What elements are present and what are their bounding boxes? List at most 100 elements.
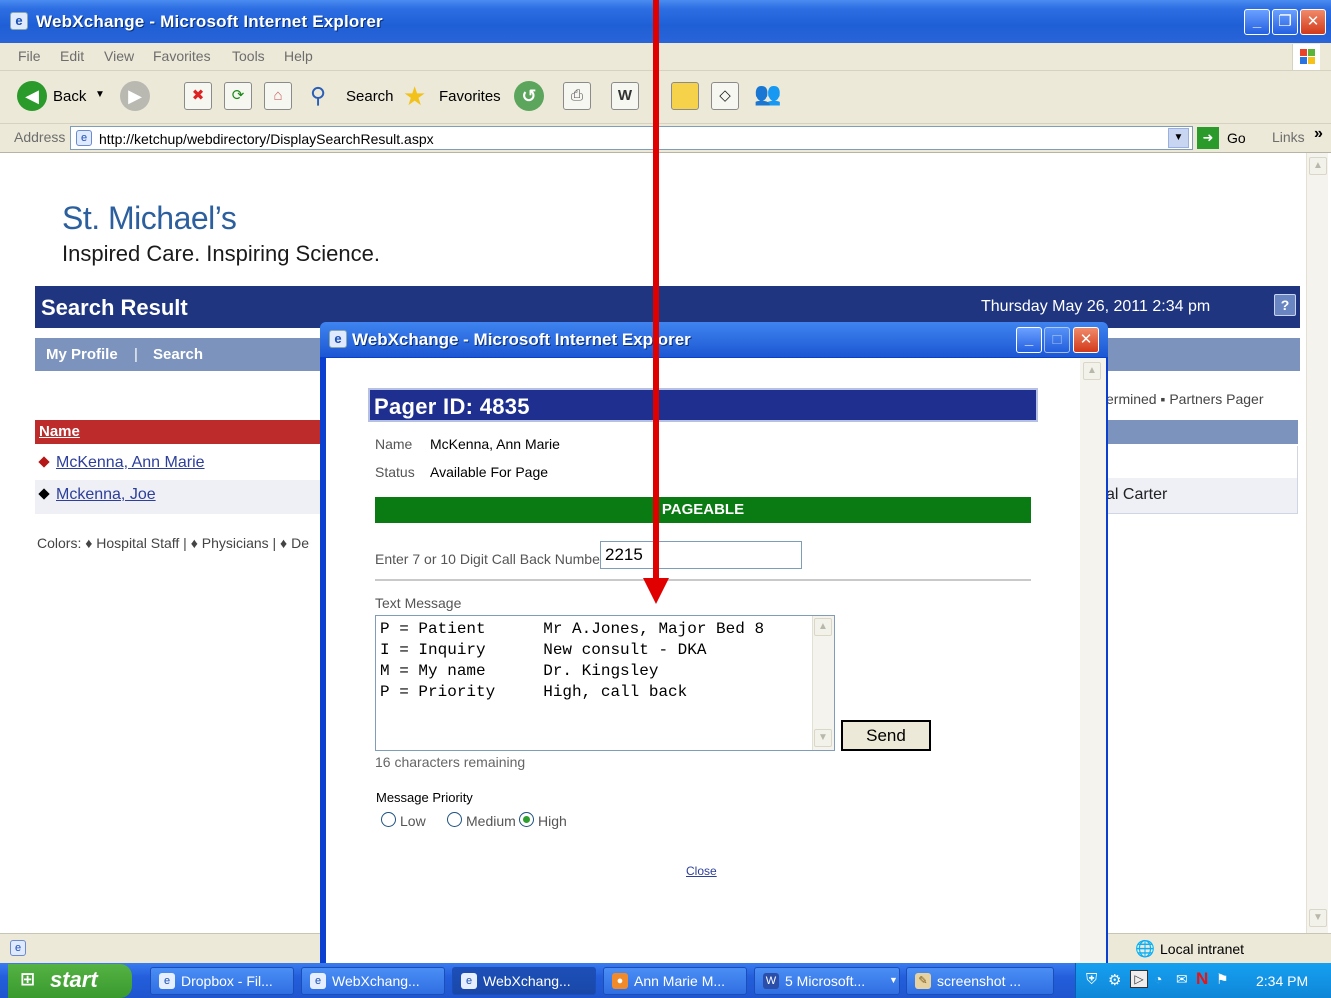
search-icon: ⚲ [310,83,327,108]
taskbar-item[interactable]: e Dropbox - Fil... [150,967,294,995]
taskbar-item[interactable]: e WebXchang... [452,967,596,995]
back-button[interactable]: ◀ Back ▼ [17,81,112,113]
page-icon: e [76,130,92,146]
text-message-textarea[interactable]: P = Patient Mr A.Jones, Major Bed 8 I = … [375,615,835,751]
note-button[interactable] [671,82,699,110]
popup-minimize-button[interactable]: _ [1016,327,1042,353]
textarea-scroll-down-button[interactable]: ▼ [814,729,832,747]
menu-help[interactable]: Help [284,48,313,64]
word-button[interactable]: W [611,82,639,110]
messenger-icon[interactable]: 👥 [754,81,781,107]
pageable-banner: PAGEABLE [375,497,1031,523]
popup-titlebar: e WebXchange - Microsoft Internet Explor… [320,322,1108,357]
right-column-value: al Carter [1106,486,1168,503]
result-link[interactable]: McKenna, Ann Marie [56,454,205,472]
popup-close-button[interactable]: ✕ [1073,327,1099,353]
favorites-button[interactable]: ★ Favorites [403,81,503,113]
popup-title: WebXchange - Microsoft Internet Explorer [352,330,691,349]
search-button[interactable]: ⚲ Search [310,81,394,113]
address-dropdown-button[interactable]: ▼ [1168,128,1189,148]
windows-flag-icon: ⊞ [20,969,36,989]
stop-button[interactable]: ✖ [184,82,212,110]
menu-view[interactable]: View [104,48,134,64]
forward-button[interactable]: ▶ [120,81,150,111]
home-button[interactable]: ⌂ [264,82,292,110]
send-button[interactable]: Send [841,720,931,751]
address-input[interactable]: e http://ketchup/webdirectory/DisplaySea… [70,126,1193,150]
diamond-icon [38,488,50,500]
table-row: McKenna, Ann Marie [35,448,335,478]
go-arrow-icon: ➜ [1197,127,1219,149]
media-button[interactable]: ◇ [711,82,739,110]
help-button[interactable]: ? [1274,294,1296,316]
message-line: M = My name Dr. Kingsley [380,662,659,680]
go-button[interactable]: ➜ Go [1197,127,1257,149]
pager-header: Pager ID: 4835 [368,388,1038,422]
mail-icon[interactable]: ✉ [1176,971,1188,988]
minimize-button[interactable]: _ [1244,9,1270,35]
links-chevron-icon[interactable]: » [1314,125,1323,143]
page-title: Search Result [41,295,188,320]
diamond-icon [38,456,50,468]
group-arrow-icon: ▼ [889,975,898,985]
annotation-arrow-shaft [653,0,659,582]
pager-id-label: Pager ID: 4835 [374,394,530,419]
word-icon: W [763,973,779,989]
menu-bar: File Edit View Favorites Tools Help [0,43,1331,71]
header-date: Thursday May 26, 2011 2:34 pm [981,298,1211,315]
address-label: Address [14,129,66,145]
wireless-icon[interactable]: ◔ [1154,971,1162,987]
callback-label: Enter 7 or 10 Digit Call Back Number [375,551,605,567]
ie-icon: e [310,973,326,989]
nav-my-profile[interactable]: My Profile [46,346,118,363]
flag-icon[interactable]: ⚑ [1216,971,1229,988]
chars-remaining: 16 characters remaining [375,754,526,770]
taskbar-item[interactable]: ✎ screenshot ... [906,967,1054,995]
links-button[interactable]: Links [1272,129,1305,145]
callback-number-input[interactable]: 2215 [600,541,802,569]
textarea-scroll-up-button[interactable]: ▲ [814,618,832,636]
start-button[interactable]: ⊞ start [8,964,132,998]
text-message-label: Text Message [375,595,462,611]
taskbar-item[interactable]: W 5 Microsoft... ▼ [754,967,900,995]
toolbar: ◀ Back ▼ ▶ ✖ ⟳ ⌂ ⚲ Search ★ Favorites ↺ … [0,71,1331,124]
menu-file[interactable]: File [18,48,41,64]
history-button[interactable]: ↺ [514,81,544,111]
nav-search[interactable]: Search [153,346,203,363]
shield-icon[interactable]: ⛨ [1086,971,1097,988]
print-button[interactable]: ⎙ [563,82,591,110]
taskbar-item[interactable]: ● Ann Marie M... [603,967,747,995]
refresh-button[interactable]: ⟳ [224,82,252,110]
name-header-label: Name [39,423,80,440]
divider [375,579,1031,581]
menu-tools[interactable]: Tools [232,48,265,64]
window-title: WebXchange - Microsoft Internet Explorer [36,12,383,31]
result-link[interactable]: Mckenna, Joe [56,486,156,504]
textarea-scrollbar[interactable]: ▲ ▼ [812,616,834,750]
popup-maximize-button[interactable]: □ [1044,327,1070,353]
scroll-up-button[interactable]: ▲ [1309,157,1327,175]
priority-low-radio[interactable] [381,812,396,827]
taskbar-item[interactable]: e WebXchang... [301,967,445,995]
menu-edit[interactable]: Edit [60,48,84,64]
scroll-down-button[interactable]: ▼ [1309,909,1327,927]
page-scrollbar[interactable]: ▲ ▼ [1306,153,1328,933]
popup-scrollbar[interactable]: ▲ [1080,358,1106,964]
menu-favorites[interactable]: Favorites [153,48,211,64]
close-link[interactable]: Close [686,864,717,878]
n-app-icon[interactable]: N [1196,969,1208,989]
priority-high-radio[interactable] [519,812,534,827]
window-titlebar: e WebXchange - Microsoft Internet Explor… [0,0,1331,43]
network-icon[interactable]: ⚙ [1108,971,1121,989]
close-button[interactable]: ✕ [1300,9,1326,35]
priority-high-label: High [538,813,567,829]
name-column-header[interactable]: Name [35,420,335,444]
popup-scroll-up-button[interactable]: ▲ [1083,362,1101,380]
priority-medium-radio[interactable] [447,812,462,827]
paint-icon: ✎ [915,973,931,989]
tray-app-icon[interactable]: ▷ [1130,970,1148,988]
restore-button[interactable]: ❐ [1272,9,1298,35]
legend-right: ermined ▪ Partners Pager [1106,391,1264,407]
name-label: Name [375,436,413,452]
windows-logo-icon [1292,44,1320,70]
